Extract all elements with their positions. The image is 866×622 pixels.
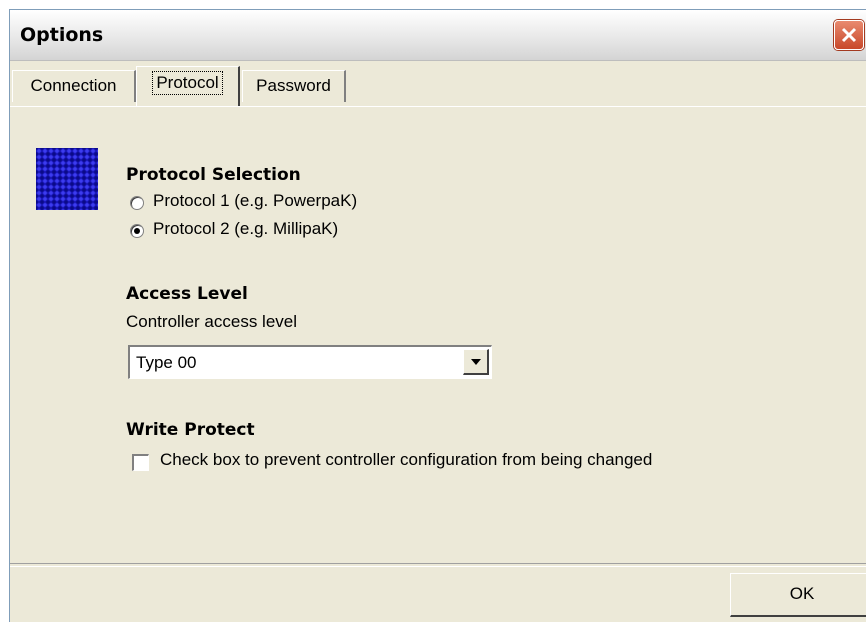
title-bar[interactable]: Options (10, 10, 866, 61)
dropdown-arrow-button[interactable] (463, 349, 489, 375)
protocol-1-radio[interactable] (130, 196, 144, 210)
tab-label: Protocol (152, 71, 223, 95)
write-protect-heading: Write Protect (126, 420, 255, 440)
protocol-1-label[interactable]: Protocol 1 (e.g. PowerpaK) (153, 191, 357, 211)
protocol-selection-heading: Protocol Selection (126, 165, 301, 185)
tab-protocol[interactable]: Protocol (136, 66, 240, 106)
tab-label: Password (256, 76, 331, 95)
radio-selected-dot (134, 228, 140, 234)
tab-strip: Connection Protocol Password (10, 62, 866, 112)
tab-password[interactable]: Password (242, 70, 346, 102)
ok-button[interactable]: OK (730, 573, 866, 617)
controller-access-level-label: Controller access level (126, 312, 298, 331)
tab-label: Connection (30, 76, 117, 95)
close-button[interactable] (834, 20, 864, 50)
chevron-down-icon (471, 359, 481, 365)
footer-divider (10, 563, 866, 567)
close-icon (841, 27, 857, 43)
protocol-grid-icon (36, 148, 98, 210)
write-protect-checkbox[interactable] (132, 454, 149, 471)
access-level-dropdown[interactable]: Type 00 (128, 345, 492, 379)
access-level-value: Type 00 (136, 353, 197, 372)
protocol-2-label[interactable]: Protocol 2 (e.g. MillipaK) (153, 219, 338, 239)
protocol-tab-panel: Protocol Selection Protocol 1 (e.g. Powe… (10, 106, 866, 564)
write-protect-label[interactable]: Check box to prevent controller configur… (160, 450, 652, 470)
protocol-2-radio[interactable] (130, 224, 144, 238)
access-level-heading: Access Level (126, 284, 248, 304)
window-title: Options (20, 24, 104, 46)
tab-connection[interactable]: Connection (12, 70, 136, 102)
options-dialog: Options Connection Protocol Password Pro… (9, 9, 866, 622)
